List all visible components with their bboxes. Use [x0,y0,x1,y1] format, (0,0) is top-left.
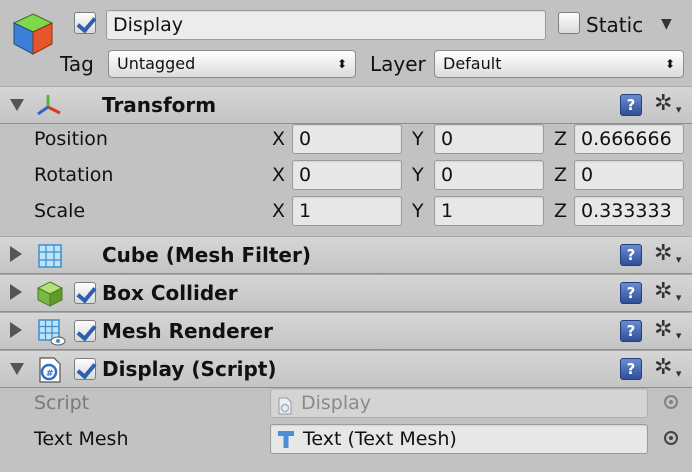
rotation-y-value: 0 [441,164,454,186]
box-collider-gear-icon[interactable]: ✲ [654,281,682,310]
csharp-script-icon: # [36,356,64,384]
scale-y-field[interactable]: 1 [434,196,544,226]
text-mesh-label: Text Mesh [34,428,129,450]
scale-z-field[interactable]: 0.333333 [574,196,684,226]
scale-x-value: 1 [299,200,312,222]
transform-help-icon[interactable]: ? [620,94,642,116]
script-file-icon [277,395,293,415]
mesh-filter-title: Cube (Mesh Filter) [102,243,311,267]
scale-z-value: 0.333333 [581,200,672,222]
static-checkbox[interactable] [558,12,580,34]
transform-header[interactable]: Transform ? ✲ [0,86,692,124]
rotation-z-value: 0 [581,164,594,186]
scale-x-field[interactable]: 1 [292,196,402,226]
scale-y-value: 1 [441,200,454,222]
transform-gear-icon[interactable]: ✲ [654,93,682,122]
axis-z-label: Z [554,128,568,150]
foldout-closed-icon[interactable] [10,322,22,338]
axis-z-label: Z [554,164,568,186]
foldout-closed-icon[interactable] [10,246,22,262]
tag-value: Untagged [117,54,196,73]
tag-dropdown[interactable]: Untagged ⬍ [108,50,356,78]
text-mesh-object-picker-icon[interactable] [664,431,678,445]
box-collider-header[interactable]: Box Collider ? ✲ [0,274,692,312]
transform-title: Transform [102,93,217,117]
position-y-field[interactable]: 0 [434,124,544,154]
mesh-filter-help-icon[interactable]: ? [620,244,642,266]
axis-y-label: Y [412,200,424,222]
position-y-value: 0 [441,128,454,150]
axis-x-label: X [272,164,286,186]
text-mesh-t-icon [277,430,295,450]
box-collider-icon [36,280,64,308]
layer-value: Default [443,54,502,73]
position-label: Position [34,128,108,150]
rotation-z-field[interactable]: 0 [574,160,684,190]
tag-label: Tag [60,52,94,76]
display-script-help-icon[interactable]: ? [620,358,642,380]
foldout-closed-icon[interactable] [10,284,22,300]
object-name-value: Display [113,14,184,36]
display-script-title: Display (Script) [102,357,277,381]
svg-text:#: # [46,369,54,379]
box-collider-title: Box Collider [102,281,238,305]
mesh-renderer-gear-icon[interactable]: ✲ [654,319,682,348]
transform-axes-icon [36,93,62,117]
axis-x-label: X [272,200,286,222]
mesh-renderer-enabled-checkbox[interactable] [74,320,96,342]
mesh-renderer-title: Mesh Renderer [102,319,273,343]
foldout-open-icon[interactable] [10,363,24,375]
axis-y-label: Y [412,164,424,186]
position-z-field[interactable]: 0.666666 [574,124,684,154]
display-script-header[interactable]: # Display (Script) ? ✲ [0,350,692,388]
mesh-filter-gear-icon[interactable]: ✲ [654,243,682,272]
script-label: Script [34,392,90,414]
display-script-enabled-checkbox[interactable] [74,358,96,380]
position-x-field[interactable]: 0 [292,124,402,154]
scale-label: Scale [34,200,86,222]
script-object-picker-icon [664,395,678,409]
text-mesh-value: Text (Text Mesh) [303,428,457,450]
active-checkbox[interactable] [74,12,96,34]
layer-label: Layer [370,52,426,76]
mesh-renderer-help-icon[interactable]: ? [620,320,642,342]
mesh-renderer-header[interactable]: Mesh Renderer ? ✲ [0,312,692,350]
rotation-x-field[interactable]: 0 [292,160,402,190]
display-script-gear-icon[interactable]: ✲ [654,357,682,386]
box-collider-enabled-checkbox[interactable] [74,282,96,304]
axis-y-label: Y [412,128,424,150]
mesh-filter-header[interactable]: Cube (Mesh Filter) ? ✲ [0,236,692,274]
text-mesh-field[interactable]: Text (Text Mesh) [270,424,648,454]
foldout-open-icon[interactable] [10,99,24,111]
mesh-renderer-icon [38,319,66,347]
tag-dropdown-arrows-icon: ⬍ [336,57,347,71]
position-z-value: 0.666666 [581,128,672,150]
axis-x-label: X [272,128,286,150]
rotation-x-value: 0 [299,164,312,186]
script-field: Display [270,388,648,418]
static-dropdown-icon[interactable]: ▼ [661,16,672,32]
position-x-value: 0 [299,128,312,150]
layer-dropdown-arrows-icon: ⬍ [664,57,675,71]
object-name-field[interactable]: Display [106,10,546,40]
layer-dropdown[interactable]: Default ⬍ [434,50,684,78]
rotation-label: Rotation [34,164,114,186]
mesh-filter-grid-icon [38,244,62,268]
gameobject-cube-icon [10,10,56,56]
axis-z-label: Z [554,200,568,222]
rotation-y-field[interactable]: 0 [434,160,544,190]
static-label: Static [586,13,644,37]
box-collider-help-icon[interactable]: ? [620,282,642,304]
